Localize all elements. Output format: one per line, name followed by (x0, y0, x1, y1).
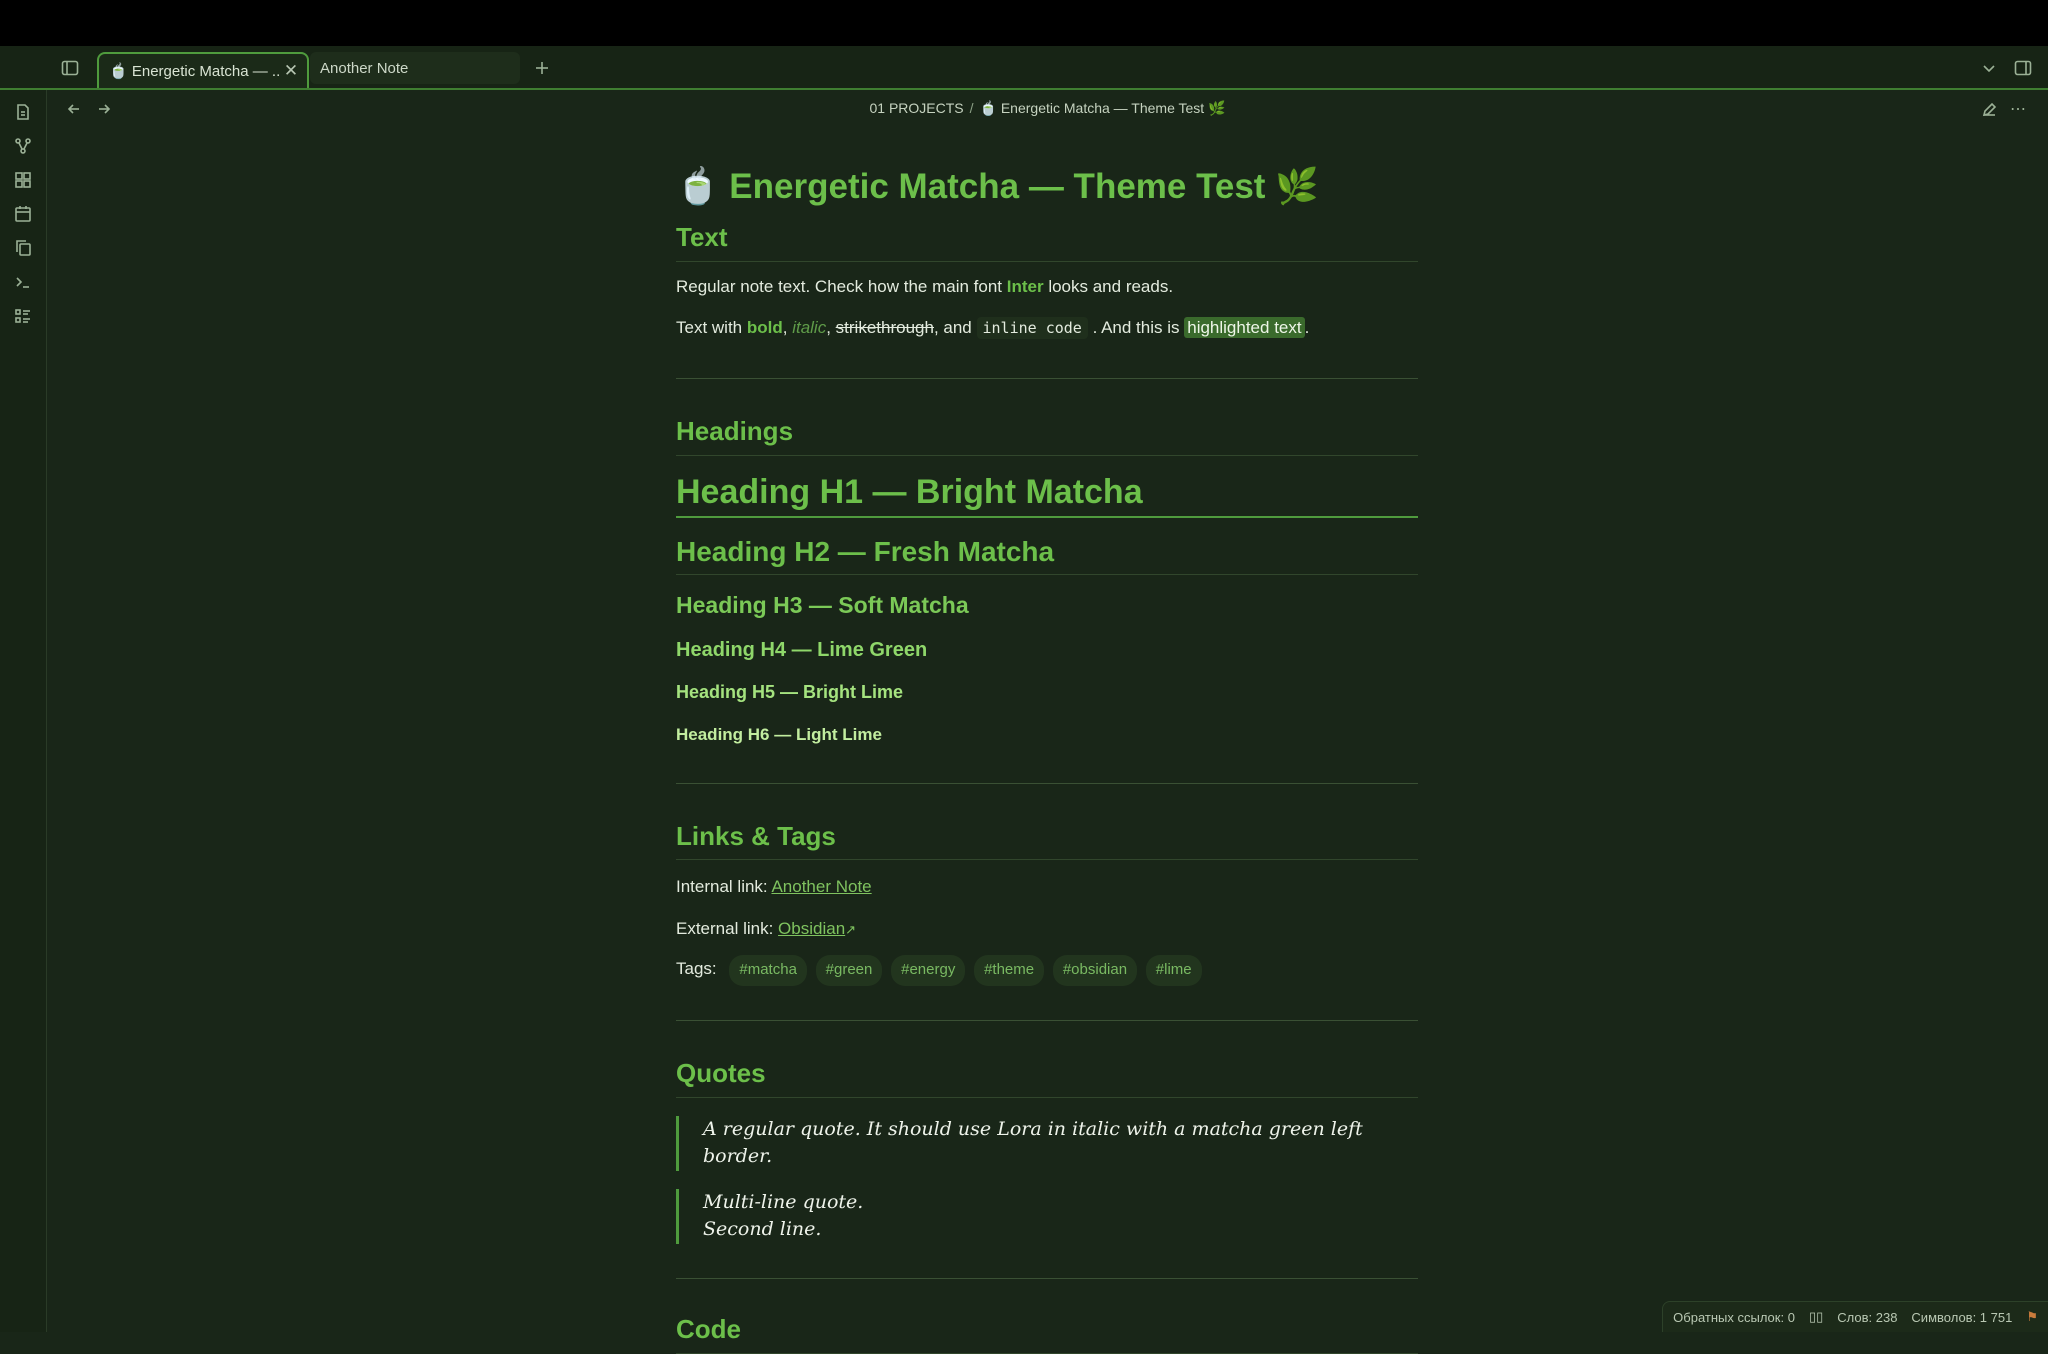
heading-h1: Heading H1 — Bright Matcha (676, 470, 1418, 518)
section-heading-headings: Headings (676, 415, 1418, 456)
graph-icon (15, 138, 31, 154)
templates-button[interactable] (11, 236, 35, 260)
tag[interactable]: #obsidian (1052, 955, 1138, 986)
external-link-icon: ↗ (845, 921, 857, 937)
toggle-right-sidebar-button[interactable] (2011, 56, 2035, 80)
tag[interactable]: #theme (974, 955, 1045, 986)
pencil-icon (1982, 102, 1996, 116)
tab-title: 🍵 Energetic Matcha — ... (109, 63, 281, 80)
note-content: 🍵 Energetic Matcha — Theme Test 🌿 Text R… (676, 150, 1418, 1354)
window-title-bar (0, 0, 2048, 46)
new-tab-button[interactable] (530, 56, 554, 80)
sync-status-icon[interactable]: ⚑ (2026, 1309, 2038, 1325)
heading-h5: Heading H5 — Bright Lime (676, 682, 904, 703)
font-name: Inter (1006, 276, 1044, 296)
heading-h4: Heading H4 — Lime Green (676, 639, 928, 662)
chevron-down-icon (1983, 65, 1995, 73)
status-bar: Обратных ссылок: 0 ▯▯ Слов: 238 Символов… (1662, 1301, 2048, 1332)
reading-view-icon[interactable]: ▯▯ (1809, 1309, 1823, 1325)
command-palette-button[interactable] (11, 270, 35, 294)
tab-title: Another Note (320, 59, 409, 77)
inline-code: inline code (976, 317, 1088, 340)
graph-button[interactable] (11, 134, 35, 158)
terminal-icon (16, 277, 29, 288)
quote-text: A regular quote. It should use Lora in i… (703, 1117, 1363, 1168)
toggle-left-sidebar-button[interactable] (58, 56, 82, 80)
note-title: 🍵 Energetic Matcha — Theme Test 🌿 (676, 167, 1319, 206)
sidebar-icon (61, 60, 79, 76)
external-link-line: External link: Obsidian↗ (676, 916, 1418, 942)
internal-link[interactable]: Another Note (771, 877, 871, 896)
edit-mode-button[interactable] (1978, 98, 2000, 120)
breadcrumb-separator: / (969, 100, 974, 116)
breadcrumb-note-title[interactable]: 🍵 Energetic Matcha — Theme Test 🌿 (980, 100, 1226, 116)
tab-bar: 🍵 Energetic Matcha — ... ✕ Another Note (0, 46, 2048, 90)
blockquote: A regular quote. It should use Lora in i… (676, 1115, 1418, 1171)
paragraph-regular-text: Regular note text. Check how the main fo… (676, 274, 1418, 300)
internal-link-line: Internal link: Another Note (676, 874, 1418, 900)
label: Tags: (676, 959, 717, 979)
plus-icon (536, 62, 548, 74)
section-heading-code: Code (676, 1313, 1418, 1354)
section-heading-text: Text (676, 221, 1418, 262)
tab-list-button[interactable] (1977, 56, 2001, 80)
tag[interactable]: #lime (1145, 955, 1202, 986)
files-button[interactable] (11, 100, 35, 124)
quote-line: Second line. (703, 1218, 822, 1241)
blockquote-multiline: Multi-line quote. Second line. (676, 1188, 1418, 1244)
tag[interactable]: #matcha (729, 955, 807, 986)
heading-h2: Heading H2 — Fresh Matcha (676, 534, 1418, 576)
text-run: , (826, 318, 836, 338)
text-run: . (1304, 318, 1310, 338)
calendar-icon (15, 206, 31, 222)
backlinks-count[interactable]: Обратных ссылок: 0 (1673, 1310, 1795, 1325)
more-options-button[interactable]: ⋯ (2007, 98, 2029, 120)
text-run: looks and reads. (1043, 276, 1174, 296)
heading-h3: Heading H3 — Soft Matcha (676, 592, 969, 619)
label: External link: (676, 918, 779, 938)
external-link[interactable]: Obsidian (778, 919, 845, 938)
tab-energetic-matcha[interactable]: 🍵 Energetic Matcha — ... ✕ (97, 52, 309, 88)
quote-line: Multi-line quote. (703, 1190, 864, 1213)
italic-text: italic (792, 318, 827, 338)
text-run: , (782, 318, 793, 338)
outline-button[interactable] (11, 304, 35, 328)
section-heading-quotes: Quotes (676, 1057, 1418, 1098)
text-run: , and (933, 318, 977, 338)
more-icon: ⋯ (2010, 101, 2026, 118)
copy-icon (16, 240, 31, 256)
list-icon (15, 309, 30, 323)
tag[interactable]: #energy (891, 955, 966, 986)
canvas-button[interactable] (11, 168, 35, 192)
file-icon (17, 104, 29, 120)
sidebar-right-icon (2014, 60, 2032, 76)
daily-note-button[interactable] (11, 202, 35, 226)
close-icon[interactable]: ✕ (281, 61, 301, 81)
tab-another-note[interactable]: Another Note (310, 52, 520, 84)
heading-h6: Heading H6 — Light Lime (676, 725, 882, 745)
left-ribbon (0, 90, 47, 1332)
grid-icon (15, 172, 31, 188)
text-run: Regular note text. Check how the main fo… (676, 276, 1007, 296)
char-count: Символов: 1 751 (1911, 1309, 2013, 1325)
tags-line: Tags: #matcha #green #energy #theme #obs… (676, 955, 1418, 986)
view-header: 01 PROJECTS / 🍵 Energetic Matcha — Theme T… (47, 90, 2048, 128)
breadcrumb-folder[interactable]: 01 PROJECTS (869, 100, 963, 116)
tag[interactable]: #green (815, 955, 883, 986)
strikethrough-text: strikethrough (835, 318, 934, 338)
section-heading-links: Links & Tags (676, 820, 1418, 861)
text-run: . And this is (1087, 318, 1185, 338)
text-run: Text with (676, 318, 747, 338)
breadcrumb: 01 PROJECTS / 🍵 Energetic Matcha — Theme T… (47, 100, 2048, 117)
bold-text: bold (746, 318, 783, 338)
label: Internal link: (676, 877, 772, 897)
word-count: Слов: 238 (1837, 1309, 1898, 1325)
paragraph-formatting: Text with bold, italic, strikethrough, a… (676, 315, 1418, 341)
highlighted-text: highlighted text (1184, 317, 1305, 339)
